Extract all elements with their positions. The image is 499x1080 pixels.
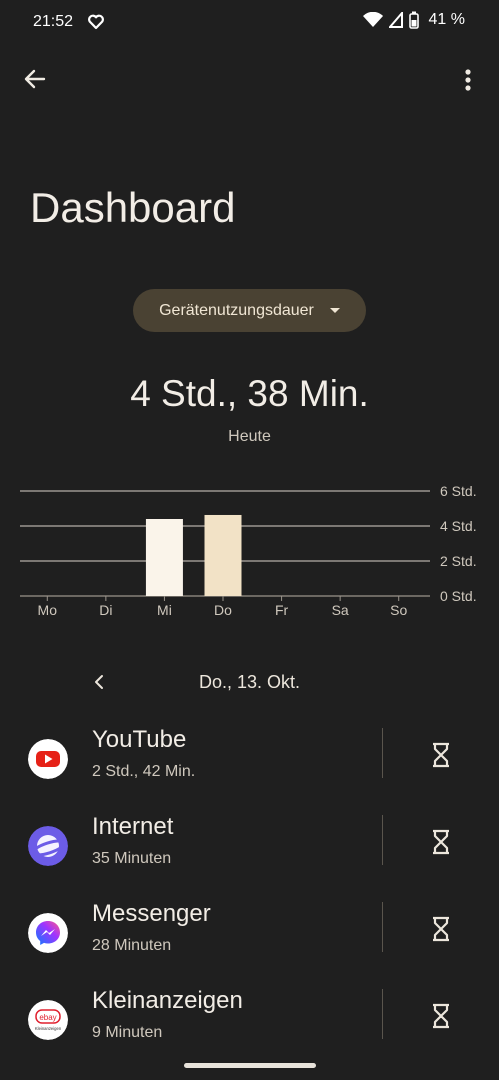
weekly-usage-chart: 6 Std. 4 Std. 2 Std. 0 Std. Mo Di Mi Do Fr Sa So xyxy=(20,483,477,618)
status-bar: 21:52 41 % xyxy=(0,0,499,46)
status-icons: 41 % xyxy=(362,11,465,29)
divider xyxy=(382,728,383,778)
battery-icon xyxy=(408,11,419,29)
app-timer-hourglass-icon[interactable] xyxy=(426,1001,456,1031)
internet-icon xyxy=(28,826,68,866)
x-tick-label: Do xyxy=(214,602,232,618)
kleinanzeigen-icon: ebay Kleinanzeigen xyxy=(28,1000,68,1040)
youtube-icon xyxy=(28,739,68,779)
app-name: Messenger xyxy=(92,900,211,927)
app-usage: 2 Std., 42 Min. xyxy=(92,763,196,780)
app-usage: 9 Minuten xyxy=(92,1024,163,1041)
selected-date: Do., 13. Okt. xyxy=(198,672,301,692)
app-usage: 35 Minuten xyxy=(92,850,172,867)
wifi-icon xyxy=(362,12,383,27)
app-timer-hourglass-icon[interactable] xyxy=(426,914,456,944)
usage-period: Heute xyxy=(228,428,271,445)
y-tick-label: 6 Std. xyxy=(440,483,477,499)
bar xyxy=(204,514,242,596)
app-timer-hourglass-icon[interactable] xyxy=(426,740,456,770)
x-tick-label: Mi xyxy=(157,602,172,618)
x-tick-label: So xyxy=(390,602,407,618)
svg-text:ebay: ebay xyxy=(39,1013,56,1022)
more-options-icon[interactable] xyxy=(455,66,481,94)
back-arrow-icon[interactable] xyxy=(20,64,50,94)
bar xyxy=(145,519,183,596)
health-heart-icon xyxy=(88,14,104,30)
y-tick-label: 4 Std. xyxy=(440,518,477,534)
status-time: 21:52 xyxy=(33,13,74,30)
dropdown-label: Gerätenutzungsdauer xyxy=(159,301,314,319)
app-name: YouTube xyxy=(92,726,187,753)
svg-text:Kleinanzeigen: Kleinanzeigen xyxy=(35,1026,62,1031)
app-usage: 28 Minuten xyxy=(92,937,172,954)
app-row-internet[interactable]: Internet 35 Minuten xyxy=(0,803,499,889)
page-title: Dashboard xyxy=(30,184,236,231)
app-name: Internet xyxy=(92,813,174,840)
app-row-messenger[interactable]: Messenger 28 Minuten xyxy=(0,890,499,976)
day-navigation: Do., 13. Okt. xyxy=(0,666,499,700)
divider xyxy=(382,989,383,1039)
battery-percent: 41 % xyxy=(428,11,465,28)
x-tick-label: Di xyxy=(99,602,112,618)
divider xyxy=(382,815,383,865)
app-name: Kleinanzeigen xyxy=(92,987,243,1014)
y-tick-label: 2 Std. xyxy=(440,553,477,569)
usage-type-dropdown[interactable]: Gerätenutzungsdauer xyxy=(133,289,366,332)
messenger-icon xyxy=(28,913,68,953)
total-usage: 4 Std., 38 Min. xyxy=(130,373,369,414)
x-tick-label: Sa xyxy=(332,602,349,618)
y-tick-label: 0 Std. xyxy=(440,588,477,604)
app-row-youtube[interactable]: YouTube 2 Std., 42 Min. xyxy=(0,716,499,802)
app-timer-hourglass-icon[interactable] xyxy=(426,827,456,857)
x-tick-label: Mo xyxy=(38,602,58,618)
x-tick-label: Fr xyxy=(275,602,289,618)
home-indicator[interactable] xyxy=(184,1063,316,1068)
divider xyxy=(382,902,383,952)
signal-icon xyxy=(388,12,403,28)
dropdown-arrow-icon xyxy=(329,308,340,313)
app-row-kleinanzeigen[interactable]: ebay Kleinanzeigen Kleinanzeigen 9 Minut… xyxy=(0,977,499,1063)
